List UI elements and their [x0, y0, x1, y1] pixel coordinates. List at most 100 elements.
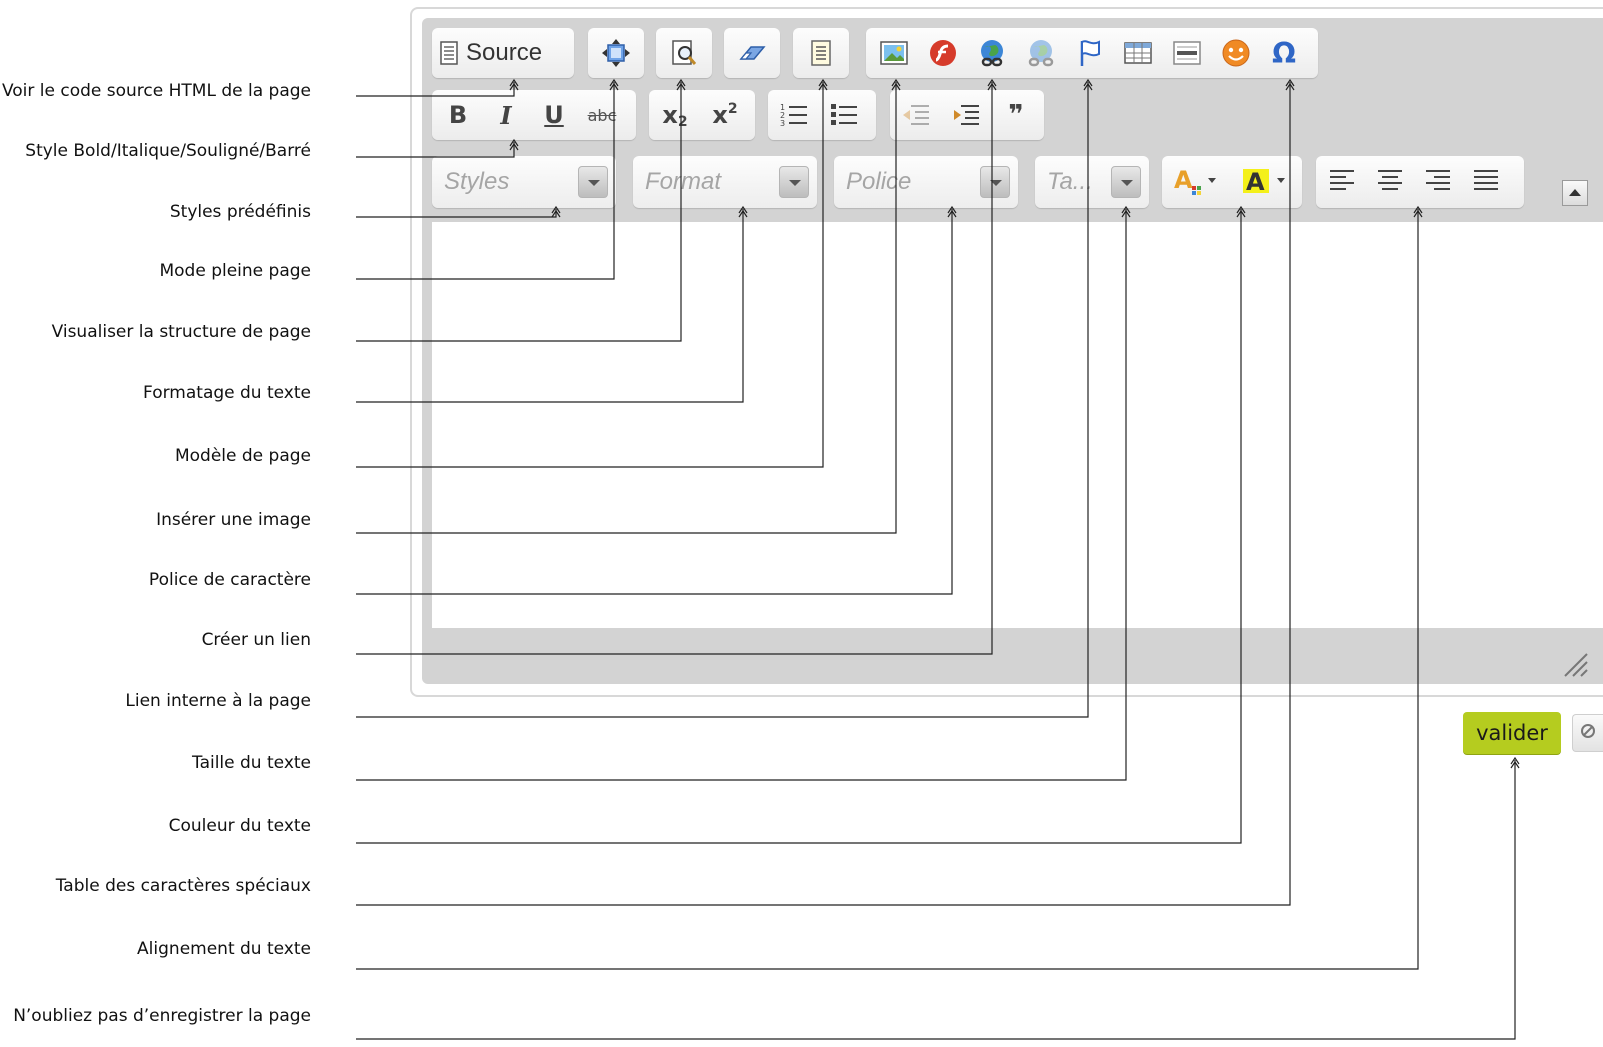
font-combo[interactable]: Police: [834, 156, 1018, 208]
source-button[interactable]: Source: [440, 34, 568, 72]
superscript-button[interactable]: x2: [705, 96, 745, 134]
align-center-icon: [1376, 168, 1404, 194]
italic-button[interactable]: I: [486, 96, 526, 134]
document-icon: [440, 41, 458, 65]
annotation-text-color: Couleur du texte: [168, 816, 311, 836]
indent-icon: [951, 102, 981, 128]
flash-button[interactable]: [923, 34, 963, 72]
eraser-icon: [737, 41, 767, 65]
annotation-styles: Styles prédéfinis: [169, 202, 311, 222]
annotated-editor-screenshot: Voir le code source HTML de la page Styl…: [0, 0, 1603, 1047]
templates-button[interactable]: [801, 34, 841, 72]
align-left-button[interactable]: [1322, 162, 1362, 200]
chevron-down-icon: [779, 166, 809, 198]
annotation-anchor: Lien interne à la page: [125, 691, 311, 711]
table-button[interactable]: [1118, 34, 1158, 72]
toolbar-group-script: x2 x2: [649, 90, 755, 140]
toolbar-group-blocks: [656, 28, 712, 78]
underline-button[interactable]: U: [534, 96, 574, 134]
annotation-source: Voir le code source HTML de la page: [1, 81, 311, 101]
omega-icon: Ω: [1272, 36, 1296, 70]
subscript-label: x: [662, 101, 678, 129]
underline-label: U: [544, 101, 564, 129]
annotation-templates: Modèle de page: [174, 446, 311, 466]
remove-format-button[interactable]: [732, 34, 772, 72]
outdent-button[interactable]: [896, 96, 936, 134]
background-color-icon: A: [1241, 166, 1291, 196]
show-blocks-button[interactable]: [664, 34, 704, 72]
toolbar-group-fullscreen: [588, 28, 644, 78]
styles-combo-label: Styles: [444, 168, 510, 195]
unlink-button[interactable]: [1021, 34, 1061, 72]
annotation-save: N’oubliez pas d’enregistrer la page: [13, 1006, 311, 1026]
annotation-image: Insérer une image: [156, 510, 311, 530]
strike-button[interactable]: abc: [582, 96, 622, 134]
styles-combo[interactable]: Styles: [432, 156, 616, 208]
template-icon: [810, 39, 832, 67]
horizontal-rule-button[interactable]: [1167, 34, 1207, 72]
size-combo[interactable]: Ta...: [1035, 156, 1149, 208]
annotation-link: Créer un lien: [201, 630, 311, 650]
flag-icon: [1077, 38, 1103, 68]
toolbar-group-templates: [793, 28, 849, 78]
text-color-button[interactable]: A: [1168, 162, 1228, 200]
special-char-button[interactable]: Ω: [1264, 34, 1304, 72]
maximize-icon: [601, 38, 631, 68]
cancel-button[interactable]: [1572, 714, 1603, 752]
svg-text:A: A: [1246, 168, 1265, 196]
font-combo-label: Police: [846, 168, 912, 195]
outdent-icon: [901, 102, 931, 128]
annotation-special-char: Table des caractères spéciaux: [55, 876, 311, 896]
align-right-icon: [1424, 168, 1452, 194]
smiley-button[interactable]: [1216, 34, 1256, 72]
align-right-button[interactable]: [1418, 162, 1458, 200]
toolbar-group-removeformat: [724, 28, 780, 78]
smiley-icon: [1221, 38, 1251, 68]
chevron-down-icon: [1111, 166, 1141, 198]
align-center-button[interactable]: [1370, 162, 1410, 200]
anchor-button[interactable]: [1070, 34, 1110, 72]
chevron-down-icon: [980, 166, 1010, 198]
strike-label: abc: [587, 105, 617, 125]
bulleted-list-button[interactable]: [824, 96, 864, 134]
globe-link-icon: [977, 38, 1007, 68]
annotation-align: Alignement du texte: [137, 939, 311, 959]
toolbar-group-basicstyles: B I U abc: [432, 90, 636, 140]
table-icon: [1124, 42, 1152, 64]
image-icon: [880, 41, 908, 65]
annotation-basic-styles: Style Bold/Italique/Souligné/Barré: [25, 141, 311, 161]
link-button[interactable]: [972, 34, 1012, 72]
toolbar-group-indent: ❞: [890, 90, 1044, 140]
fullscreen-button[interactable]: [596, 34, 636, 72]
bulleted-list-icon: [829, 101, 859, 129]
cancel-icon: [1579, 722, 1597, 745]
bold-button[interactable]: B: [438, 96, 478, 134]
chevron-down-icon: [578, 166, 608, 198]
flash-icon: [928, 38, 958, 68]
annotation-fullscreen: Mode pleine page: [159, 261, 311, 281]
text-color-icon: A: [1172, 166, 1224, 196]
source-label: Source: [466, 39, 543, 66]
numbered-list-icon: 123: [779, 101, 809, 129]
bold-label: B: [448, 101, 468, 129]
collapse-toolbar-icon[interactable]: [1562, 180, 1588, 206]
superscript-digit: 2: [727, 101, 738, 117]
indent-button[interactable]: [946, 96, 986, 134]
magnifier-document-icon: [669, 38, 699, 68]
leader-line: [356, 760, 1516, 1040]
editor-content-area[interactable]: [432, 222, 1603, 628]
align-left-icon: [1328, 168, 1356, 194]
toolbar-group-align: [1316, 156, 1524, 208]
numbered-list-button[interactable]: 123: [774, 96, 814, 134]
leader-arrowhead: [1510, 756, 1520, 769]
svg-text:3: 3: [780, 119, 785, 128]
resize-handle-icon[interactable]: [1561, 650, 1589, 678]
image-button[interactable]: [874, 34, 914, 72]
submit-button[interactable]: valider: [1463, 712, 1561, 754]
format-combo[interactable]: Format: [633, 156, 817, 208]
blockquote-button[interactable]: ❞: [996, 96, 1036, 134]
subscript-button[interactable]: x2: [655, 96, 695, 134]
superscript-label: x: [712, 101, 728, 129]
bg-color-button[interactable]: A: [1238, 162, 1294, 200]
align-justify-button[interactable]: [1466, 162, 1506, 200]
